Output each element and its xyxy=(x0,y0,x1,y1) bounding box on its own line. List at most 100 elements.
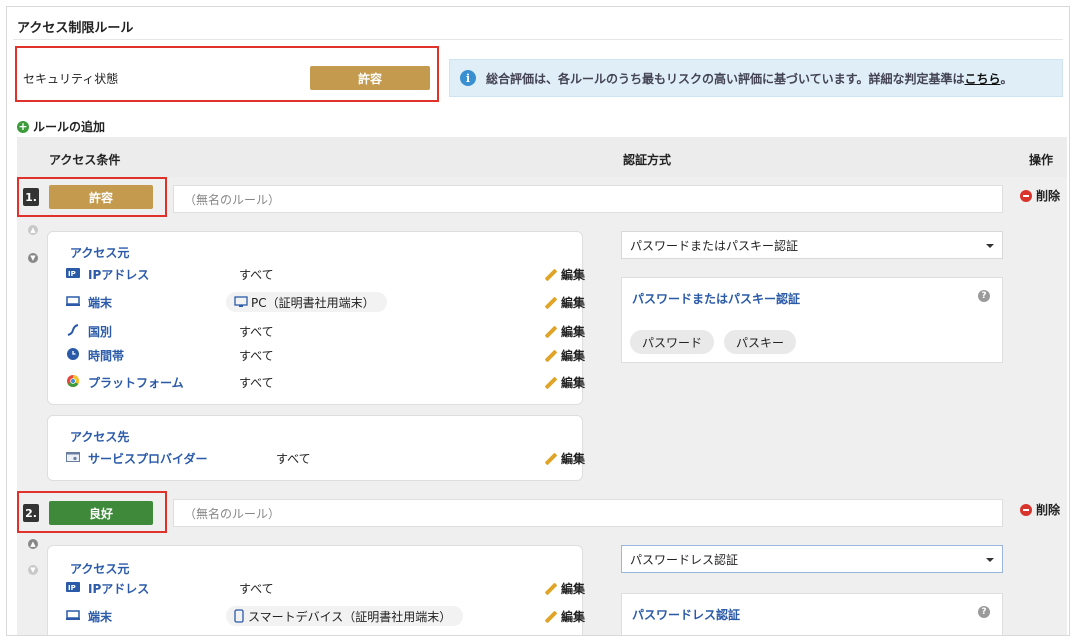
edit-label: 編集 xyxy=(561,452,586,466)
add-rule-button[interactable]: + ルールの追加 xyxy=(17,118,105,135)
svg-text:IP: IP xyxy=(68,270,76,278)
help-icon[interactable]: ? xyxy=(978,606,990,618)
condition-value: PC（証明書社用端末） xyxy=(251,295,375,310)
rule-1-delete-button[interactable]: 削除 xyxy=(1020,187,1060,204)
pencil-icon xyxy=(544,349,558,362)
condition-value: すべて xyxy=(276,452,311,466)
clock-icon xyxy=(66,348,80,360)
condition-value: すべて xyxy=(239,349,274,363)
table-header: アクセス条件 認証方式 操作 xyxy=(17,137,1067,177)
rule-2-move-up-icon[interactable]: ▲ xyxy=(28,539,38,549)
edit-button[interactable]: 編集 xyxy=(544,294,585,311)
condition-row-ip: IP IPアドレス すべて 編集 xyxy=(66,264,586,284)
condition-row-service-provider: サービスプロバイダー すべて 編集 xyxy=(66,448,586,468)
condition-label[interactable]: 時間帯 xyxy=(88,347,124,364)
info-icon: i xyxy=(460,70,476,86)
condition-row-ip: IP IPアドレス すべて 編集 xyxy=(66,578,586,598)
pencil-icon xyxy=(544,610,558,623)
platform-icon xyxy=(66,375,80,387)
edit-label: 編集 xyxy=(561,376,586,390)
condition-value: すべて xyxy=(239,376,274,390)
rule-2-status-badge[interactable]: 良好 xyxy=(49,501,153,525)
rule-2-access-source-panel: アクセス元 IP IPアドレス すべて 編集 端末 スマートデバイス（証明書社用… xyxy=(47,545,586,635)
plus-circle-icon: + xyxy=(17,119,29,133)
pencil-icon xyxy=(544,268,558,281)
rule-1-move-up-icon[interactable]: ▲ xyxy=(28,225,38,235)
rule-1-status-badge[interactable]: 許容 xyxy=(49,185,153,209)
rule-1-access-target-panel: アクセス先 サービスプロバイダー すべて 編集 xyxy=(47,415,586,481)
condition-label[interactable]: IPアドレス xyxy=(88,266,149,283)
edit-button[interactable]: 編集 xyxy=(544,323,585,340)
auth-chip-password: パスワード xyxy=(630,330,715,354)
auth-detail-title: パスワードレス認証 xyxy=(632,608,741,622)
condition-label[interactable]: IPアドレス xyxy=(88,580,149,597)
edit-button[interactable]: 編集 xyxy=(544,266,585,283)
rule-1-auth-detail-panel: パスワードまたはパスキー認証 ? パスワード パスキー xyxy=(621,277,1003,363)
edit-button[interactable]: 編集 xyxy=(544,580,585,597)
rule-2-delete-button[interactable]: 削除 xyxy=(1020,501,1060,518)
condition-label[interactable]: 端末 xyxy=(88,294,112,311)
security-status-badge: 許容 xyxy=(310,66,430,90)
edit-label: 編集 xyxy=(561,610,586,624)
info-banner: i 総合評価は、各ルールのうち最もリスクの高い評価に基づいています。詳細な判定基… xyxy=(449,59,1063,97)
minus-circle-icon xyxy=(1020,503,1032,516)
condition-value: すべて xyxy=(239,582,274,596)
rule-2-move-down-icon[interactable]: ▼ xyxy=(28,565,38,575)
column-header-access-conditions: アクセス条件 xyxy=(49,153,121,167)
condition-label[interactable]: プラットフォーム xyxy=(88,374,184,391)
monitor-icon xyxy=(234,296,248,307)
condition-row-time: 時間帯 すべて 編集 xyxy=(66,345,586,365)
condition-value-pill: スマートデバイス（証明書社用端末） xyxy=(226,606,464,626)
rule-1-auth-method-select[interactable]: パスワードまたはパスキー認証 xyxy=(621,231,1003,259)
rule-2-name-field[interactable]: （無名のルール） xyxy=(173,499,1003,527)
condition-value: すべて xyxy=(239,268,274,282)
condition-value: すべて xyxy=(239,325,274,339)
edit-label: 編集 xyxy=(561,296,586,310)
device-icon xyxy=(66,295,80,307)
criteria-link[interactable]: こちら xyxy=(964,70,1000,87)
page-title: アクセス制限ルール xyxy=(17,21,134,36)
edit-button[interactable]: 編集 xyxy=(544,347,585,364)
security-status-box: セキュリティ状態 許容 xyxy=(15,46,439,102)
condition-value: スマートデバイス（証明書社用端末） xyxy=(248,609,452,624)
rule-2-auth-method-select[interactable]: パスワードレス認証 xyxy=(621,545,1003,573)
ip-icon: IP xyxy=(66,267,80,279)
delete-label: 削除 xyxy=(1036,503,1061,517)
edit-button[interactable]: 編集 xyxy=(544,374,585,391)
condition-row-device: 端末 スマートデバイス（証明書社用端末） 編集 xyxy=(66,606,586,626)
edit-label: 編集 xyxy=(561,325,586,339)
edit-label: 編集 xyxy=(561,268,586,282)
pencil-icon xyxy=(544,376,558,389)
smartphone-icon xyxy=(234,609,244,623)
access-source-title: アクセス元 xyxy=(70,246,130,260)
condition-row-country: 国別 すべて 編集 xyxy=(66,321,586,341)
device-icon xyxy=(66,609,80,621)
rule-2-auth-detail-panel: パスワードレス認証 ? xyxy=(621,593,1003,635)
edit-label: 編集 xyxy=(561,349,586,363)
rule-1-access-source-panel: アクセス元 IP IPアドレス すべて 編集 端末 PC（証明書社用端末） 編集… xyxy=(47,231,586,405)
condition-value-pill: PC（証明書社用端末） xyxy=(226,292,387,312)
info-text: 総合評価は、各ルールのうち最もリスクの高い評価に基づいています。詳細な判定基準は xyxy=(486,71,965,86)
security-status-label: セキュリティ状態 xyxy=(23,72,119,86)
service-provider-icon xyxy=(66,451,80,463)
ip-icon: IP xyxy=(66,581,80,593)
access-source-title: アクセス元 xyxy=(70,562,130,576)
auth-detail-title: パスワードまたはパスキー認証 xyxy=(632,292,801,306)
edit-button[interactable]: 編集 xyxy=(544,608,585,625)
delete-label: 削除 xyxy=(1036,189,1061,203)
condition-label[interactable]: 国別 xyxy=(88,323,112,340)
condition-label[interactable]: サービスプロバイダー xyxy=(88,450,208,467)
country-icon xyxy=(66,324,80,336)
access-rules-panel: アクセス制限ルール セキュリティ状態 許容 i 総合評価は、各ルールのうち最もリ… xyxy=(6,6,1070,636)
rule-1-name-field[interactable]: （無名のルール） xyxy=(173,185,1003,213)
rule-1-move-down-icon[interactable]: ▼ xyxy=(28,253,38,263)
condition-label[interactable]: 端末 xyxy=(88,608,112,625)
condition-row-device: 端末 PC（証明書社用端末） 編集 xyxy=(66,292,586,312)
edit-button[interactable]: 編集 xyxy=(544,450,585,467)
condition-row-platform: プラットフォーム すべて 編集 xyxy=(66,372,586,392)
minus-circle-icon xyxy=(1020,189,1032,202)
column-header-auth-method: 認証方式 xyxy=(623,153,672,167)
pencil-icon xyxy=(544,296,558,309)
access-target-title: アクセス先 xyxy=(70,430,130,444)
help-icon[interactable]: ? xyxy=(978,290,990,302)
